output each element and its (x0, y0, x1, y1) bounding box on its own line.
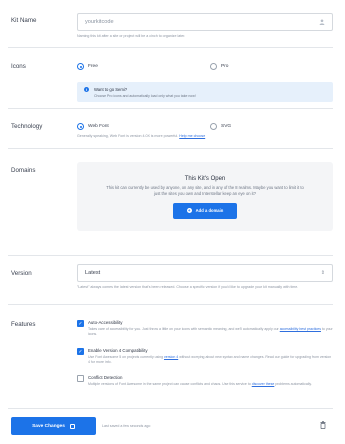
version-help: "Latest" always comes the latest version… (77, 285, 299, 289)
icons-option-free-label: Free (88, 64, 98, 69)
add-domain-label: Add a domain (195, 208, 224, 214)
version-field-group: Latest ⇕ "Latest" always comes the lates… (77, 264, 333, 290)
radio-webfont[interactable] (77, 123, 84, 130)
divider (8, 108, 333, 109)
feature-conflict-detection: Conflict Detection Multiple versions of … (77, 375, 333, 387)
chevron-updown-icon: ⇕ (320, 269, 325, 276)
icons-option-pro-label: Pro (221, 64, 229, 69)
add-domain-button[interactable]: + Add a domain (173, 202, 237, 219)
technology-option-svg[interactable]: SVG (210, 123, 231, 130)
radio-free[interactable] (77, 63, 84, 70)
trash-icon[interactable] (320, 421, 326, 429)
checkbox-conflict-detection[interactable] (77, 375, 84, 382)
version-select[interactable]: Latest ⇕ (77, 264, 333, 282)
last-saved-text: Last saved a few seconds ago (102, 424, 151, 428)
feature-desc: Multiple versions of Font Awesome in the… (88, 382, 333, 387)
icons-option-pro[interactable]: Pro (210, 63, 228, 70)
divider (8, 304, 333, 305)
technology-help: Generally speaking, Web Font is version … (77, 134, 333, 139)
divider (8, 255, 333, 256)
feature-desc-text: Use Font Awesome 5 on projects currently… (88, 355, 164, 359)
divider (8, 148, 333, 149)
feature-desc-text: problems automatically. (275, 382, 312, 386)
feature-desc-text: Takes care of accessibility for you. Jus… (88, 327, 279, 331)
feature-title: Enable Version 4 Compatibility (88, 348, 148, 353)
icons-label: Icons (11, 63, 26, 70)
domains-panel: This Kit's Open This kit can currently b… (77, 162, 333, 231)
domains-label: Domains (11, 167, 36, 174)
features-label: Features (11, 321, 36, 328)
domains-text: This kit can currently be used by anyone… (106, 185, 304, 196)
domains-field-group: This Kit's Open This kit can currently b… (77, 162, 333, 231)
divider (8, 47, 333, 48)
plus-icon: + (186, 208, 192, 214)
save-changes-label: Save Changes (32, 423, 65, 429)
save-icon (69, 423, 75, 429)
technology-label: Technology (11, 123, 43, 130)
technology-help-text: Generally speaking, Web Font is version … (77, 134, 179, 138)
checkbox-v4-compat[interactable]: ✓ (77, 348, 84, 355)
divider (8, 408, 333, 409)
accessibility-best-practices-link[interactable]: accessibility best practices (280, 327, 321, 331)
features-field-group: ✓ Auto-Accessibility Takes care of acces… (77, 320, 333, 400)
version-4-link[interactable]: version 4 (164, 355, 178, 359)
feature-title: Auto-Accessibility (88, 320, 123, 325)
kit-name-help: Naming this kit after a site or project … (77, 34, 186, 38)
pro-notice: i Want to go Semi? Choose Pro icons and … (77, 82, 333, 102)
technology-option-svg-label: SVG (221, 124, 232, 129)
version-label: Version (11, 270, 32, 277)
technology-option-webfont-label: Web Font (88, 124, 109, 129)
domains-title: This Kit's Open (184, 176, 226, 182)
kit-name-input[interactable]: yourkitcode (77, 13, 333, 31)
radio-pro[interactable] (210, 63, 217, 70)
feature-title: Conflict Detection (88, 375, 123, 380)
feature-desc-text: Multiple versions of Font Awesome in the… (88, 382, 251, 386)
feature-desc: Use Font Awesome 5 on projects currently… (88, 355, 333, 366)
version-selected: Latest (85, 270, 101, 276)
radio-svg[interactable] (210, 123, 217, 130)
technology-option-webfont[interactable]: Web Font (77, 123, 109, 130)
technology-field-group: Web Font SVG Generally speaking, Web Fon… (77, 123, 333, 139)
help-me-choose-link[interactable]: Help me choose (179, 134, 205, 138)
user-icon (319, 19, 325, 25)
feature-auto-accessibility: ✓ Auto-Accessibility Takes care of acces… (77, 320, 333, 338)
icons-option-free[interactable]: Free (77, 63, 98, 70)
kit-name-placeholder: yourkitcode (85, 19, 114, 25)
pro-notice-text: Choose Pro icons and automatically load … (94, 94, 196, 98)
pro-notice-title: Want to go Semi? (94, 87, 128, 92)
kit-name-label: Kit Name (11, 17, 37, 24)
icons-field-group: Free Pro i Want to go Semi? Choose Pro i… (77, 63, 333, 102)
discover-problems-link[interactable]: discover these (252, 382, 275, 386)
info-icon: i (84, 87, 89, 92)
feature-v4-compat: ✓ Enable Version 4 Compatibility Use Fon… (77, 348, 333, 366)
kit-name-field-group: yourkitcode Naming this kit after a site… (77, 13, 333, 39)
checkbox-auto-accessibility[interactable]: ✓ (77, 320, 84, 327)
save-changes-button[interactable]: Save Changes (11, 417, 96, 435)
feature-desc: Takes care of accessibility for you. Jus… (88, 327, 333, 338)
